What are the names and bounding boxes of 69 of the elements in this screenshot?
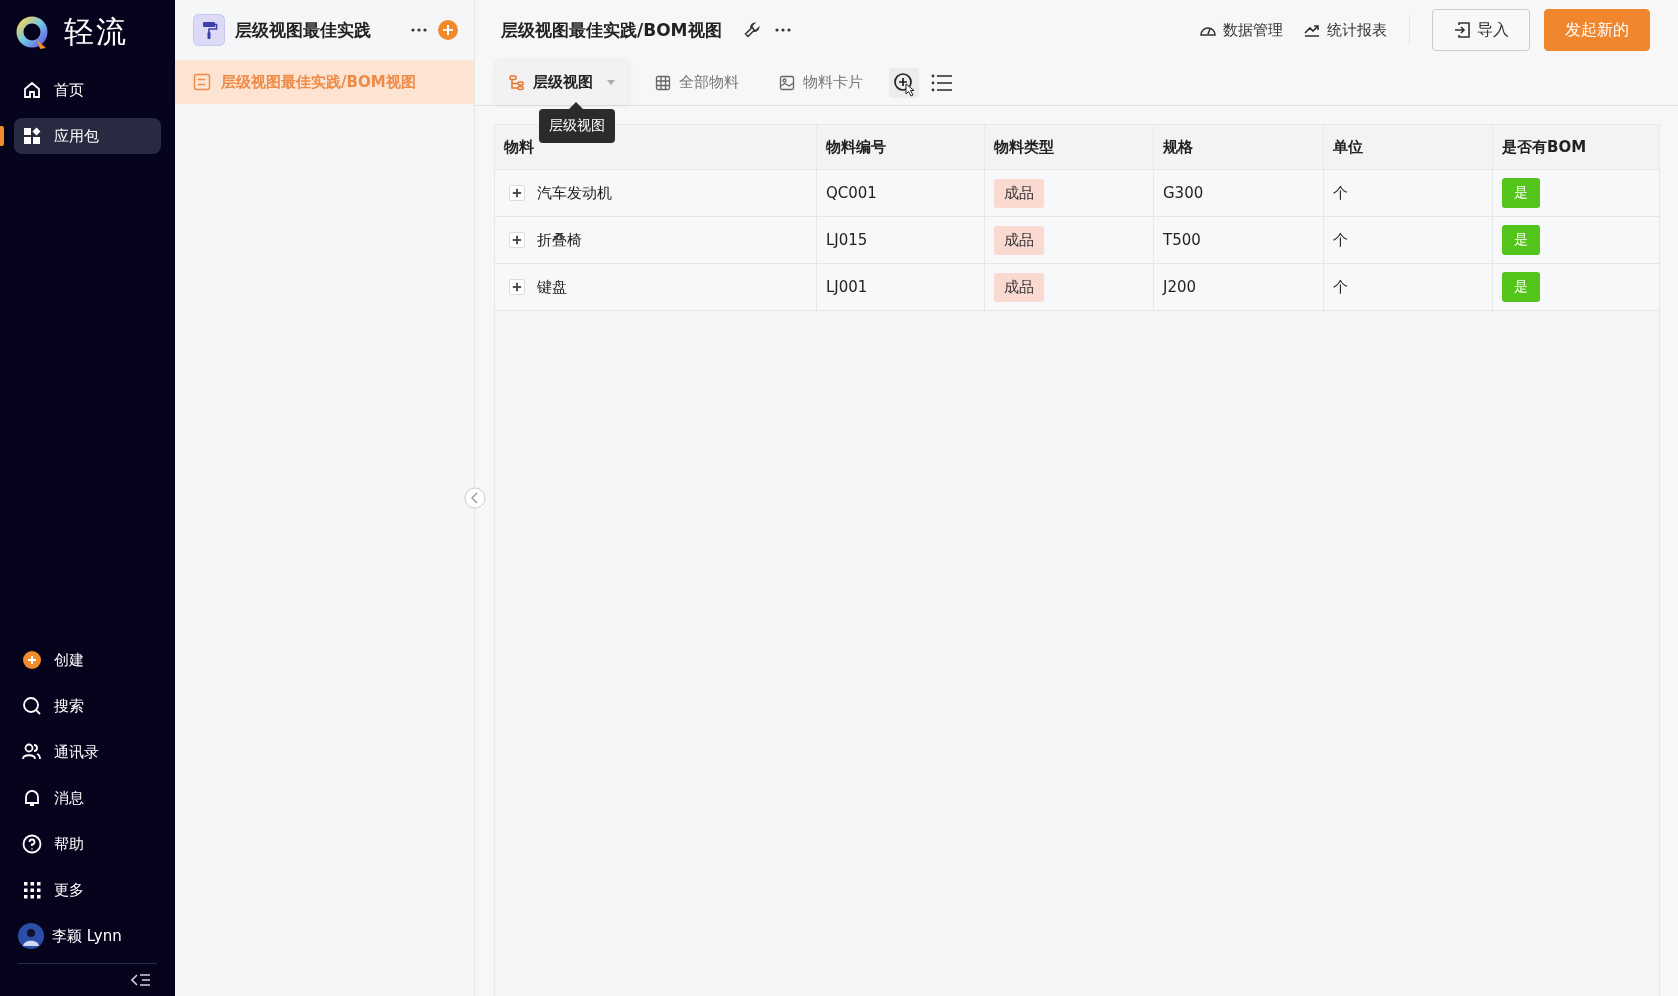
bom-tag: 是 [1502, 225, 1540, 255]
import-icon [1453, 21, 1471, 39]
table-cell: 折叠椅 [537, 230, 582, 250]
column-header: 单位 [1324, 125, 1493, 169]
column-header: 物料类型 [985, 125, 1154, 169]
nav-item[interactable]: 创建 [14, 642, 161, 678]
list-icon[interactable] [931, 73, 953, 92]
column-header: 规格 [1154, 125, 1324, 169]
table-cell: G300 [1163, 184, 1204, 202]
expand-toggle[interactable] [509, 232, 525, 248]
table-cell: T500 [1163, 231, 1201, 249]
bom-tag: 是 [1502, 272, 1540, 302]
action-button[interactable]: 导入 [1432, 9, 1530, 51]
tooltip-arrow [569, 102, 583, 109]
nav-item[interactable]: 搜索 [14, 688, 161, 724]
expand-toggle[interactable] [509, 185, 525, 201]
nav-item[interactable]: 帮助 [14, 826, 161, 862]
tooltip: 层级视图 [539, 109, 615, 143]
view-tab[interactable]: 物料卡片 [765, 60, 877, 105]
nav-item[interactable]: 更多 [14, 872, 161, 908]
more-icon[interactable] [773, 27, 792, 33]
home-icon [22, 80, 42, 100]
type-tag: 成品 [994, 272, 1044, 302]
table-cell: LJ015 [826, 231, 868, 249]
logo-text: 轻流 [64, 13, 128, 51]
view-tab[interactable]: 层级视图 [495, 60, 629, 105]
paint-roller-icon [193, 14, 225, 46]
wrench-icon[interactable] [743, 22, 760, 38]
collapse-icon[interactable] [131, 972, 151, 988]
table-cell: 键盘 [537, 277, 567, 297]
user-name: 李颖 Lynn [52, 926, 122, 946]
bom-tag: 是 [1502, 178, 1540, 208]
nav-item[interactable]: 消息 [14, 780, 161, 816]
search-icon [22, 696, 42, 716]
view-tab[interactable]: 全部物料 [641, 60, 753, 105]
help-icon [22, 834, 42, 854]
grid-icon [22, 880, 42, 900]
page-title: 层级视图最佳实践/BOM视图 [501, 18, 722, 42]
avatar-icon[interactable] [18, 923, 44, 949]
hierarchy-icon [509, 74, 525, 91]
table-cell: 个 [1333, 277, 1348, 297]
apps-icon [22, 126, 42, 146]
caret-icon [607, 80, 615, 85]
toolbar-link[interactable]: 数据管理 [1199, 20, 1283, 40]
project-title: 层级视图最佳实践 [235, 18, 372, 42]
type-tag: 成品 [994, 178, 1044, 208]
table-icon [655, 74, 671, 91]
table-cell: 个 [1333, 230, 1348, 250]
add-icon [22, 650, 42, 670]
document-icon [193, 73, 211, 91]
image-icon [779, 74, 795, 91]
contacts-icon [22, 742, 42, 762]
add-view-icon[interactable] [889, 67, 919, 98]
table-cell: QC001 [826, 184, 877, 202]
table-cell: 汽车发动机 [537, 183, 612, 203]
table-cell: J200 [1163, 278, 1197, 296]
table-cell: LJ001 [826, 278, 868, 296]
expand-toggle[interactable] [509, 279, 525, 295]
toolbar-link[interactable]: 统计报表 [1303, 20, 1387, 40]
type-tag: 成品 [994, 225, 1044, 255]
bell-icon [22, 788, 42, 808]
more-icon[interactable] [410, 27, 428, 33]
column-header: 物料编号 [817, 125, 985, 169]
table-cell: 个 [1333, 183, 1348, 203]
column-header: 是否有BOM [1501, 136, 1588, 158]
nav-item[interactable]: 首页 [14, 72, 161, 108]
nav-item[interactable]: 通讯录 [14, 734, 161, 770]
nav-item[interactable]: 应用包 [14, 118, 161, 154]
logo-icon [16, 14, 50, 51]
